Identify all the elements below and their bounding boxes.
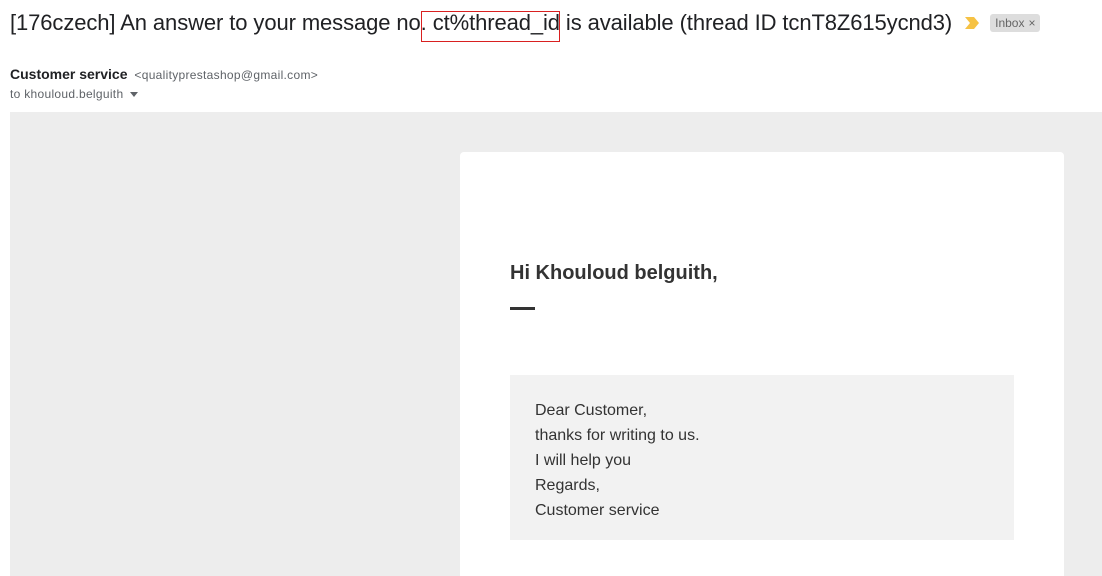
message-line: Regards, — [535, 477, 600, 494]
label-chip-text: Inbox — [995, 16, 1025, 30]
subject-row: [176czech] An answer to your message no.… — [10, 8, 1041, 38]
recipient-row: to khouloud.belguith — [10, 87, 139, 101]
recipient-text: to khouloud.belguith — [10, 87, 124, 101]
greeting-divider — [510, 307, 535, 310]
sender-row: Customer service <qualityprestashop@gmai… — [10, 66, 318, 82]
label-chip-inbox[interactable]: Inbox × — [990, 14, 1041, 32]
message-line: Customer service — [535, 502, 660, 519]
message-line: Dear Customer, — [535, 402, 648, 419]
email-subject: [176czech] An answer to your message no.… — [10, 10, 953, 35]
label-remove-icon[interactable]: × — [1028, 16, 1035, 30]
important-marker-icon[interactable] — [964, 16, 980, 30]
message-line: I will help you — [535, 452, 632, 469]
sender-email: <qualityprestashop@gmail.com> — [134, 68, 319, 82]
show-details-chevron-down-icon[interactable] — [130, 92, 139, 97]
message-text: Dear Customer, thanks for writing to us.… — [535, 398, 700, 523]
message-line: thanks for writing to us. — [535, 427, 700, 444]
sender-name: Customer service — [10, 66, 128, 82]
email-greeting: Hi Khouloud belguith, — [510, 262, 718, 284]
email-content-card: Hi Khouloud belguith, Dear Customer, tha… — [460, 152, 1064, 576]
message-box: Dear Customer, thanks for writing to us.… — [510, 375, 1014, 540]
